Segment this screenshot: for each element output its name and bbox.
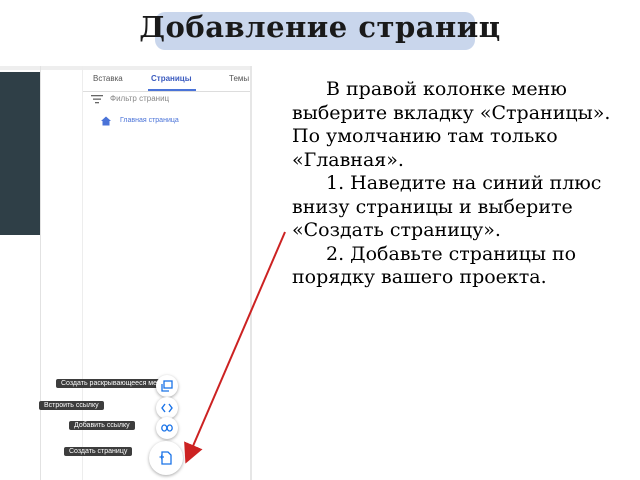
tooltip-add-link: Добавить ссылку xyxy=(69,421,135,430)
filter-input[interactable]: Фильтр страниц xyxy=(110,94,169,103)
tab-pages[interactable]: Страницы xyxy=(151,74,192,83)
tab-divider xyxy=(83,91,250,92)
panel-divider xyxy=(40,66,41,480)
panel-edge xyxy=(250,66,252,480)
instructions: В правой колонке меню выберите вкладку «… xyxy=(292,78,622,290)
instruction-step-2: 2. Добавьте страницы по порядку вашего п… xyxy=(292,242,577,289)
tooltip-embed-link: Встроить ссылку xyxy=(39,401,104,410)
sidebar-border xyxy=(82,66,83,480)
filter-icon[interactable] xyxy=(91,94,103,104)
tab-themes[interactable]: Темы xyxy=(229,74,249,83)
tooltip-dropdown-menu: Создать раскрывающееся меню xyxy=(56,379,172,388)
new-page-icon xyxy=(159,451,172,465)
sites-screenshot: Вставка Страницы Темы Фильтр страниц Гла… xyxy=(0,66,252,480)
top-strip xyxy=(0,66,252,70)
code-icon xyxy=(161,403,173,413)
tab-insert[interactable]: Вставка xyxy=(93,74,123,83)
copy-icon xyxy=(161,380,173,392)
page-item-home[interactable]: Главная страница xyxy=(120,117,179,124)
tooltip-create-page: Создать страницу xyxy=(64,447,133,456)
home-icon xyxy=(101,116,111,126)
dropdown-menu-button[interactable] xyxy=(156,375,178,397)
link-icon xyxy=(161,424,173,432)
create-page-button[interactable] xyxy=(149,441,183,475)
editor-canvas-panel xyxy=(0,72,40,235)
slide-title: Добавление страниц xyxy=(139,10,501,44)
embed-link-button[interactable] xyxy=(156,397,178,419)
instruction-intro: В правой колонке меню выберите вкладку «… xyxy=(292,78,611,171)
instruction-step-1: 1. Наведите на синий плюс внизу страницы… xyxy=(292,172,602,241)
add-link-button[interactable] xyxy=(156,417,178,439)
